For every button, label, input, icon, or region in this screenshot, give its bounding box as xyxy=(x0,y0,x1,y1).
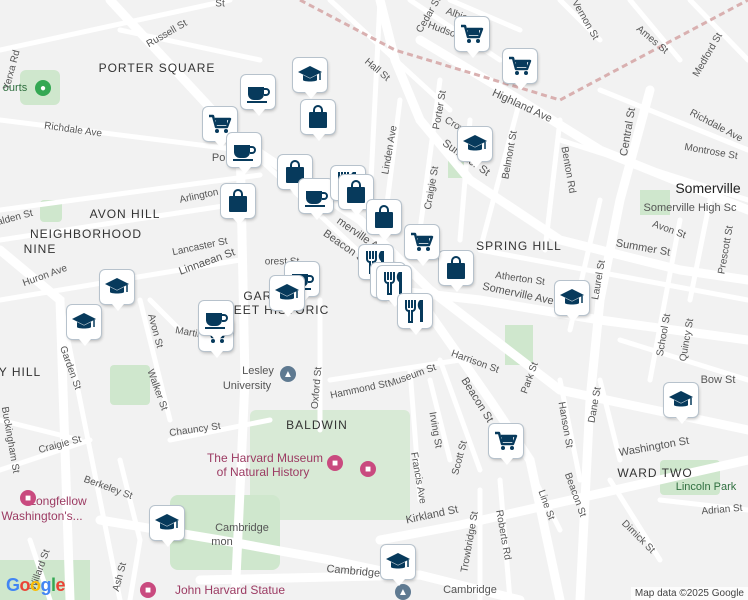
grocery-pin[interactable] xyxy=(489,424,523,465)
poi-label: John Harvard Statue xyxy=(174,583,286,597)
neighborhood-label: NINE xyxy=(23,242,57,256)
city-label: Somerville xyxy=(675,180,741,196)
school-pin[interactable] xyxy=(67,305,101,346)
school-pin[interactable] xyxy=(664,383,698,424)
place-label: Lesley xyxy=(242,365,274,377)
museum-poi-icon[interactable]: ■ xyxy=(360,461,376,477)
shopping-bag-icon xyxy=(225,188,251,214)
restaurant-pin[interactable] xyxy=(398,294,432,335)
street-label: Bow St xyxy=(700,374,736,386)
graduation-cap-icon xyxy=(668,387,694,413)
grocery-pin[interactable] xyxy=(455,17,489,58)
google-logo: Google xyxy=(6,575,66,595)
grocery-pin[interactable] xyxy=(405,225,439,266)
shopping-bag-icon xyxy=(343,179,369,205)
graduation-cap-icon xyxy=(385,549,411,575)
cafe-pin[interactable] xyxy=(227,133,261,174)
coffee-cup-icon xyxy=(231,137,257,163)
graduation-cap-icon xyxy=(559,285,585,311)
neighborhood-label: Y HILL xyxy=(0,365,42,379)
shopping-cart-icon xyxy=(409,229,435,255)
shopping-cart-icon xyxy=(507,53,533,79)
landmark-poi-icon[interactable]: ■ xyxy=(140,582,156,598)
transit-poi-icon[interactable]: ▲ xyxy=(395,584,411,600)
fork-knife-icon xyxy=(381,270,407,296)
shopping-bag-icon xyxy=(371,204,397,230)
shopping-bag-icon xyxy=(305,104,331,130)
graduation-cap-icon xyxy=(274,280,300,306)
place-label: University xyxy=(222,380,272,392)
museum-poi-icon[interactable]: ■ xyxy=(20,490,36,506)
fork-knife-icon xyxy=(402,298,428,324)
neighborhood-label: NEIGHBORHOOD xyxy=(29,227,143,241)
coffee-cup-icon xyxy=(203,305,229,331)
graduation-cap-icon xyxy=(154,510,180,536)
shopping-pin[interactable] xyxy=(221,184,255,225)
school-pin[interactable] xyxy=(270,276,304,317)
cafe-pin[interactable] xyxy=(199,301,233,342)
cafe-pin[interactable] xyxy=(241,75,275,116)
grocery-pin[interactable] xyxy=(503,49,537,90)
shopping-pin[interactable] xyxy=(439,251,473,292)
neighborhood-label: PORTER SQUARE xyxy=(98,61,216,75)
poi-label: The Harvard Museum xyxy=(206,451,324,465)
street-label: St xyxy=(215,0,225,10)
school-pin[interactable] xyxy=(150,506,184,547)
neighborhood-label: SPRING HILL xyxy=(476,239,562,253)
school-pin[interactable] xyxy=(100,270,134,311)
coffee-cup-icon xyxy=(303,183,329,209)
park-label: Lincoln Park xyxy=(675,481,737,493)
coffee-cup-icon xyxy=(245,79,271,105)
shopping-cart-icon xyxy=(459,21,485,47)
shopping-pin[interactable] xyxy=(367,200,401,241)
neighborhood-label: WARD TWO xyxy=(617,466,693,480)
map-attribution[interactable]: Map data ©2025 Google xyxy=(630,587,748,600)
shopping-pin[interactable] xyxy=(301,100,335,141)
shopping-cart-icon xyxy=(493,428,519,454)
place-label: Somerville High Sc xyxy=(643,202,737,214)
school-pin[interactable] xyxy=(381,545,415,586)
neighborhood-label: BALDWIN xyxy=(286,418,348,432)
graduation-cap-icon xyxy=(71,309,97,335)
school-pin[interactable] xyxy=(555,281,589,322)
place-label: Cambridge xyxy=(443,584,497,596)
university-poi-icon[interactable]: ▲ xyxy=(280,366,296,382)
map-canvas[interactable]: PORTER SQUARE AVON HILL NEIGHBORHOOD NIN… xyxy=(0,0,748,600)
museum-poi-icon[interactable]: ■ xyxy=(327,455,343,471)
park-poi-icon[interactable]: ● xyxy=(35,80,51,96)
poi-label: of Natural History xyxy=(216,465,310,479)
poi-label: Longfellow xyxy=(29,494,87,508)
cafe-pin[interactable] xyxy=(299,179,333,220)
neighborhood-label: AVON HILL xyxy=(89,207,161,221)
place-label: Cambridge xyxy=(215,522,269,534)
shopping-bag-icon xyxy=(443,255,469,281)
graduation-cap-icon xyxy=(104,274,130,300)
graduation-cap-icon xyxy=(462,131,488,157)
school-pin[interactable] xyxy=(458,127,492,168)
school-pin[interactable] xyxy=(293,58,327,99)
graduation-cap-icon xyxy=(297,62,323,88)
poi-label: Washington's... xyxy=(1,509,83,523)
place-label: mon xyxy=(211,536,233,548)
